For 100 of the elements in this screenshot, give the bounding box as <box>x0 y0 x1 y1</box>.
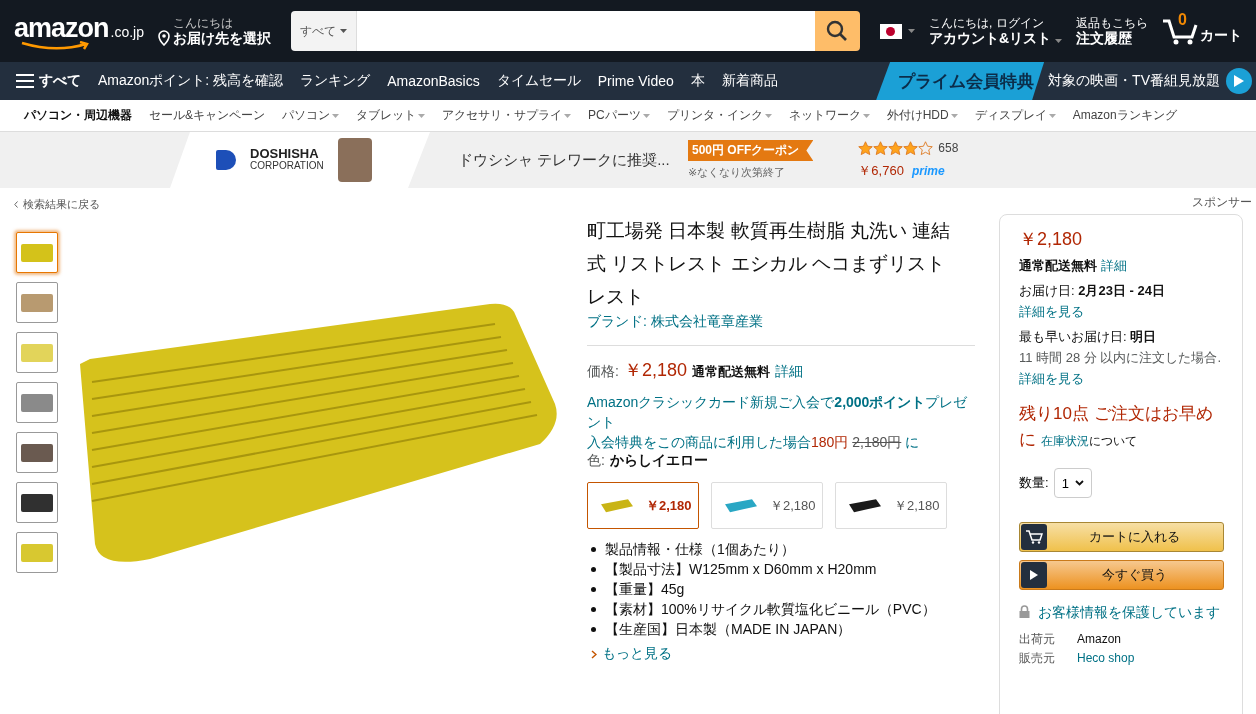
bullet-icon <box>591 546 596 552</box>
nav-link[interactable]: タイムセール <box>496 72 581 90</box>
feature-bullet: 【素材】100%リサイクル軟質塩化ビニール（PVC） <box>605 600 936 619</box>
card-promo-link[interactable]: Amazonクラシックカード新規ご入会で2,000ポイントプレゼント <box>587 392 975 432</box>
category-link[interactable]: プリンタ・インク <box>666 107 772 124</box>
nav-link[interactable]: Prime Video <box>597 73 674 89</box>
category-dropdown[interactable]: すべて <box>291 11 357 51</box>
search-icon <box>826 20 849 42</box>
color-variant-button[interactable]: ￥2,180 <box>711 482 823 529</box>
caret-icon <box>764 113 772 118</box>
location-pin-icon <box>158 30 170 46</box>
star-icon <box>873 140 889 156</box>
thumbnail[interactable] <box>16 432 58 473</box>
cart-icon <box>1025 530 1043 544</box>
thumbnail[interactable] <box>16 482 58 523</box>
see-details-link[interactable]: 詳細を見る <box>1019 371 1084 386</box>
thumbnail[interactable] <box>16 282 58 323</box>
price-label: 価格: <box>587 363 619 381</box>
category-link[interactable]: ディスプレイ <box>974 107 1056 124</box>
stock-status-link[interactable]: 在庫状況 <box>1040 434 1089 448</box>
thumbnail[interactable] <box>16 232 58 273</box>
all-menu-button[interactable]: すべて <box>16 72 81 90</box>
category-link[interactable]: セール&キャンペーン <box>149 107 265 124</box>
quantity-label: 数量: <box>1019 474 1049 492</box>
search-button[interactable] <box>815 11 860 51</box>
nav-link[interactable]: 新着商品 <box>721 72 778 90</box>
details-link[interactable]: 詳細 <box>774 363 803 381</box>
caret-icon <box>340 29 347 33</box>
photo-placeholder <box>337 138 372 182</box>
orders-link[interactable]: 返品もこちら 注文履歴 <box>1076 16 1148 46</box>
buy-now-button[interactable]: 今すぐ買う <box>1019 560 1224 590</box>
back-to-results-link[interactable]: 検索結果に戻る <box>23 196 100 212</box>
play-icon[interactable] <box>1226 68 1252 94</box>
caret-icon <box>332 113 339 118</box>
rating-count: 658 <box>938 141 959 155</box>
star-icon <box>888 140 904 156</box>
coupon-badge: 500円 OFFクーポン <box>688 140 814 161</box>
lock-icon <box>1019 605 1030 618</box>
secure-transaction-link[interactable]: お客様情報を保護しています <box>1038 602 1223 622</box>
account-menu[interactable]: こんにちは, ログイン アカウント&リスト <box>929 16 1062 46</box>
cart-label[interactable]: カート <box>1200 27 1242 45</box>
benefit-text: 入会特典をこの商品に利用した場合180円 2,180円 に <box>587 433 921 452</box>
color-variant-button[interactable]: ￥2,180 <box>587 482 699 529</box>
nav-link[interactable]: 本 <box>690 72 705 90</box>
search-field[interactable] <box>357 11 815 51</box>
chevron-icon <box>591 649 597 659</box>
delivery-location-link[interactable]: お届け先を選択 <box>173 31 271 46</box>
brand-link[interactable]: ブランド: 株式会社竜章産業 <box>587 313 975 331</box>
seller-link[interactable]: Heco shop <box>1077 649 1223 668</box>
prime-promo-link[interactable]: 対象の映画・TV番組見放題 <box>1048 72 1220 90</box>
caret-icon <box>1055 39 1062 43</box>
category-link[interactable]: ネットワーク <box>788 107 870 124</box>
star-icon <box>858 140 874 156</box>
seller-label: 販売元 <box>1019 650 1056 667</box>
category-link[interactable]: パソコン・周辺機器 <box>24 107 132 124</box>
thumbnail[interactable] <box>16 382 58 423</box>
cart-count: 0 <box>1178 11 1187 29</box>
delivery-date-text: お届け日: 2月23日 - 24日 詳細を見る <box>1019 282 1166 321</box>
fastest-delivery-text: 最も早いお届け日: 明日 11 時間 28 分 以内に注文した場合. 詳細を見る <box>1019 328 1222 388</box>
chevron-left-icon <box>14 200 18 208</box>
nav-link[interactable]: ランキング <box>300 72 371 90</box>
details-link[interactable]: 詳細 <box>1100 258 1127 273</box>
play-icon <box>1030 570 1038 580</box>
category-link[interactable]: タブレット <box>356 107 425 124</box>
ad-card[interactable]: DOSHISHA CORPORATION <box>170 132 430 188</box>
color-value: からしイエロー <box>609 452 708 470</box>
prime-banner[interactable]: プライム会員特典 <box>876 62 1045 100</box>
category-link[interactable]: PCパーツ <box>588 107 650 124</box>
greeting-text: こんにちは <box>173 16 234 31</box>
bullet-icon <box>591 606 596 612</box>
menu-icon <box>16 74 34 88</box>
nav-link[interactable]: Amazonポイント: 残高を確認 <box>98 72 284 90</box>
caret-icon <box>642 113 650 118</box>
see-more-link[interactable]: もっと見る <box>591 645 975 663</box>
stock-warning: 残り10点 ご注文はお早めに 在庫状況について <box>1019 403 1214 451</box>
brand-subtitle: CORPORATION <box>250 160 324 172</box>
category-link[interactable]: パソコン <box>282 107 339 124</box>
category-link[interactable]: 外付けHDD <box>886 107 958 124</box>
coupon-note: ※なくなり次第終了 <box>688 165 787 180</box>
caret-icon <box>950 113 958 118</box>
quantity-dropdown[interactable]: 1 <box>1053 468 1092 498</box>
star-icon <box>918 140 934 156</box>
ad-headline[interactable]: ドウシシャ テレワークに推奨... <box>458 150 688 170</box>
caret-icon <box>908 29 915 33</box>
free-shipping-text: 通常配送無料 <box>1019 258 1097 273</box>
caret-icon <box>418 113 425 118</box>
category-link[interactable]: Amazonランキング <box>1072 107 1177 124</box>
see-details-link[interactable]: 詳細を見る <box>1019 304 1084 319</box>
amazon-logo[interactable]: amazon.co.jp <box>14 12 144 50</box>
add-to-cart-button[interactable]: カートに入れる <box>1019 522 1224 552</box>
category-link[interactable]: アクセサリ・サプライ <box>442 107 571 124</box>
seller-label: 出荷元 <box>1019 631 1056 648</box>
brand-logo-icon <box>216 150 236 170</box>
flag-icon[interactable] <box>880 23 902 39</box>
feature-bullet: 【重量】45g <box>605 580 685 599</box>
thumbnail[interactable] <box>16 532 58 573</box>
color-variant-button[interactable]: ￥2,180 <box>835 482 947 529</box>
nav-link[interactable]: AmazonBasics <box>387 73 480 89</box>
bullet-icon <box>591 586 596 592</box>
thumbnail[interactable] <box>16 332 58 373</box>
